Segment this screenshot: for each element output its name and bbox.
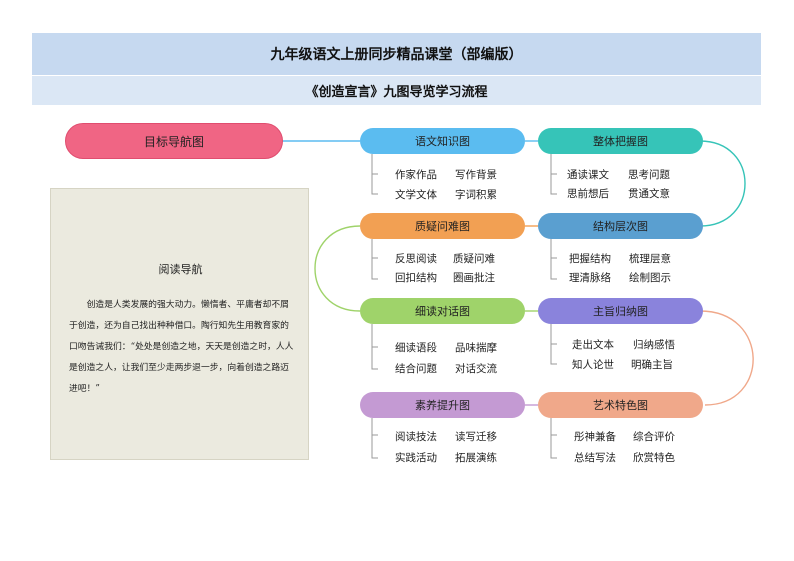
- leaf-5-3: 结合问题: [395, 363, 437, 375]
- leaf-1-4: 字词积累: [455, 189, 497, 201]
- leaf-6-2: 归纳感悟: [633, 339, 675, 351]
- leaf-1-1: 作家作品: [395, 169, 437, 181]
- leaf-8-3: 总结写法: [574, 452, 616, 464]
- node-close-reading[interactable]: 细读对话图: [360, 298, 525, 324]
- bracket-8: [550, 418, 557, 459]
- reading-guide-title: 阅读导航: [158, 263, 203, 276]
- node-theme-summary[interactable]: 主旨归纳图: [538, 298, 703, 324]
- leaf-5-2: 品味揣摩: [455, 342, 497, 354]
- leaf-6-3: 知人论世: [572, 359, 614, 371]
- reading-guide-body: 创造是人类发展的强大动力。懒惰者、平庸者却不屑于创造，还为自己找出种种借口。陶行…: [69, 300, 294, 394]
- leaf-4-1: 把握结构: [569, 253, 611, 265]
- loop-right-1: [699, 140, 746, 227]
- loop-left: [314, 225, 361, 312]
- leaf-2-3: 思前想后: [567, 188, 609, 200]
- leaf-3-2: 质疑问难: [453, 253, 495, 265]
- leaf-8-4: 欣赏特色: [633, 452, 675, 464]
- leaf-7-2: 读写迁移: [455, 431, 497, 443]
- node-question-difficulties[interactable]: 质疑问难图: [360, 213, 525, 239]
- bracket-1: [371, 154, 378, 195]
- leaf-4-2: 梳理层意: [629, 253, 671, 265]
- reading-guide-panel: 阅读导航 创造是人类发展的强大动力。懒惰者、平庸者却不屑于创造，还为自己找出种种…: [50, 188, 309, 460]
- leaf-3-4: 圈画批注: [453, 272, 495, 284]
- bracket-4: [550, 239, 557, 280]
- leaf-8-1: 彤神兼备: [574, 431, 616, 443]
- leaf-4-3: 理清脉络: [569, 272, 611, 284]
- leaf-2-1: 通读课文: [567, 169, 609, 181]
- leaf-7-4: 拓展演练: [455, 452, 497, 464]
- bracket-3: [371, 239, 378, 280]
- node-chinese-knowledge[interactable]: 语文知识图: [360, 128, 525, 154]
- leaf-6-4: 明确主旨: [631, 359, 673, 371]
- leaf-4-4: 绘制图示: [629, 272, 671, 284]
- node-overall-grasp[interactable]: 整体把握图: [538, 128, 703, 154]
- leaf-7-1: 阅读技法: [395, 431, 437, 443]
- loop-right-2: [699, 310, 754, 406]
- leaf-1-2: 写作背景: [455, 169, 497, 181]
- leaf-2-4: 贯通文意: [628, 188, 670, 200]
- node-structure-levels[interactable]: 结构层次图: [538, 213, 703, 239]
- leaf-3-3: 回扣结构: [395, 272, 437, 284]
- leaf-8-2: 综合评价: [633, 431, 675, 443]
- node-artistic-features[interactable]: 艺术特色图: [538, 392, 703, 418]
- leaf-7-3: 实践活动: [395, 452, 437, 464]
- root-node-target-navigation[interactable]: 目标导航图: [65, 123, 283, 159]
- bracket-2: [550, 154, 557, 195]
- leaf-3-1: 反思阅读: [395, 253, 437, 265]
- leaf-1-3: 文学文体: [395, 189, 437, 201]
- leaf-5-1: 细读语段: [395, 342, 437, 354]
- leaf-5-4: 对话交流: [455, 363, 497, 375]
- leaf-6-1: 走出文本: [572, 339, 614, 351]
- bracket-6: [550, 324, 557, 365]
- leaf-2-2: 思考问题: [628, 169, 670, 181]
- bracket-5: [371, 324, 378, 370]
- node-literacy-improvement[interactable]: 素养提升图: [360, 392, 525, 418]
- bracket-7: [371, 418, 378, 459]
